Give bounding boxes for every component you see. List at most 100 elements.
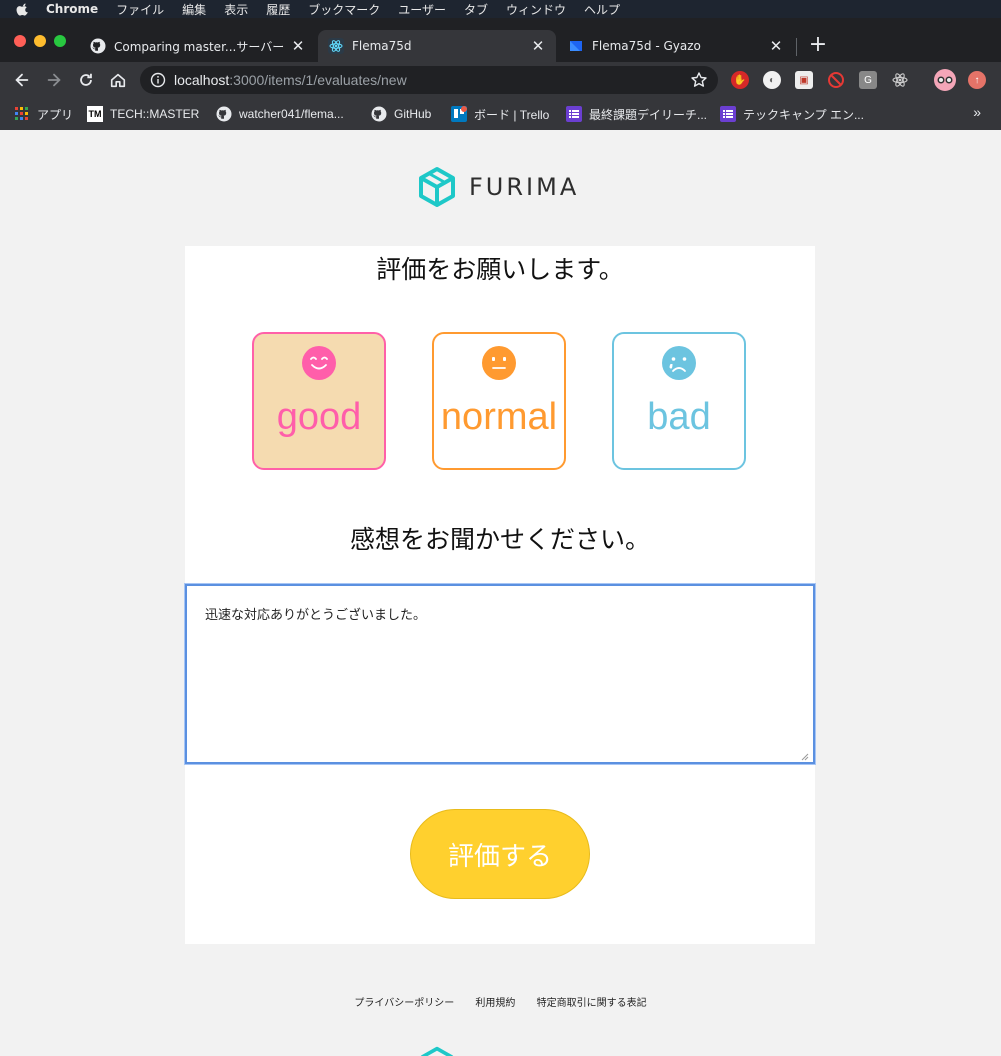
footer-links: プライバシーポリシー 利用規約 特定商取引に関する表記 (0, 994, 1001, 1009)
menu-users[interactable]: ユーザー (398, 1, 446, 18)
close-tab-icon[interactable]: ✕ (530, 38, 546, 54)
ext-circle-icon[interactable]: ◐ (763, 71, 781, 89)
comment-textarea[interactable]: 迅速な対応ありがとうございました。 (185, 584, 815, 764)
footer-logo-partial (417, 1045, 457, 1056)
window-controls (14, 35, 74, 47)
bookmark-label: watcher041/flema... (239, 107, 344, 121)
bookmark-label: ボード | Trello (474, 107, 550, 122)
ext-block-icon[interactable] (827, 71, 845, 89)
bookmark-daily[interactable]: 最終課題デイリーチ... (566, 105, 707, 123)
cube-logo-icon (419, 167, 455, 207)
apple-icon[interactable] (16, 2, 30, 16)
rating-normal-button[interactable]: normal (432, 332, 566, 470)
gyazo-icon (568, 38, 584, 54)
menu-help[interactable]: ヘルプ (584, 1, 620, 18)
bookmarks-bar: アプリ TM TECH::MASTER watcher041/flema... … (0, 98, 1001, 130)
react-icon (328, 38, 344, 54)
home-button[interactable] (106, 68, 130, 92)
page-viewport: FURIMA 評価をお願いします。 good normal bad 感想をお聞か… (0, 130, 1001, 1056)
tab-title: Comparing master...サーバー (114, 39, 285, 54)
mac-menubar: Chrome ファイル 編集 表示 履歴 ブックマーク ユーザー タブ ウィンド… (0, 0, 1001, 18)
evaluation-card: 評価をお願いします。 good normal bad 感想をお聞かせください。 … (185, 246, 815, 944)
rating-label: good (276, 396, 362, 438)
techmaster-icon: TM (87, 106, 103, 122)
menubar-app-name[interactable]: Chrome (46, 2, 98, 16)
neutral-face-icon (482, 346, 516, 380)
arrow-right-icon (47, 73, 61, 87)
bookmark-trello[interactable]: ボード | Trello (451, 105, 549, 123)
reload-button[interactable] (74, 68, 98, 92)
minimize-window-button[interactable] (34, 35, 46, 47)
info-icon[interactable] (150, 72, 166, 88)
close-tab-icon[interactable]: ✕ (768, 38, 784, 54)
smile-face-icon (302, 346, 336, 380)
list-icon (566, 106, 582, 122)
rating-label: bad (647, 396, 711, 438)
tab-title: Flema75d (352, 39, 412, 53)
bookmark-watcher041[interactable]: watcher041/flema... (216, 105, 344, 123)
tab-gyazo[interactable]: Flema75d - Gyazo ✕ (558, 30, 794, 62)
rating-good-button[interactable]: good (252, 332, 386, 470)
ext-adblock-icon[interactable]: ✋ (731, 71, 749, 89)
bookmark-techmaster[interactable]: TM TECH::MASTER (87, 105, 199, 123)
menu-edit[interactable]: 編集 (182, 1, 206, 18)
footer-privacy-link[interactable]: プライバシーポリシー (354, 998, 454, 1009)
furima-logo[interactable]: FURIMA (415, 165, 579, 209)
tab-comparing-master[interactable]: Comparing master...サーバー ✕ (80, 30, 316, 62)
menu-file[interactable]: ファイル (116, 1, 164, 18)
list-icon (720, 106, 736, 122)
bookmark-techcamp[interactable]: テックキャンプ エン... (720, 105, 864, 123)
ext-react-devtools-icon[interactable] (891, 71, 909, 89)
reload-icon (80, 73, 92, 86)
bookmark-github[interactable]: GitHub (371, 105, 431, 123)
back-button[interactable] (10, 68, 34, 92)
bookmark-label: 最終課題デイリーチ... (589, 107, 708, 122)
address-path: :3000/items/1/evaluates/new (229, 72, 407, 88)
crying-face-icon (662, 346, 696, 380)
bookmark-label: GitHub (394, 107, 432, 121)
new-tab-button[interactable]: + (808, 34, 828, 56)
zoom-window-button[interactable] (54, 35, 66, 47)
submit-evaluation-button[interactable]: 評価する (410, 809, 590, 899)
bookmark-apps[interactable]: アプリ (14, 105, 73, 123)
bookmark-label: TECH::MASTER (110, 107, 200, 121)
address-url[interactable]: localhost:3000/items/1/evaluates/new (174, 72, 407, 88)
close-window-button[interactable] (14, 35, 26, 47)
cube-logo-icon (420, 1046, 454, 1056)
github-icon (371, 106, 387, 122)
bookmarks-overflow-icon[interactable]: » (973, 104, 981, 120)
menu-view[interactable]: 表示 (224, 1, 248, 18)
comment-heading: 感想をお聞かせください。 (349, 525, 650, 554)
github-icon (216, 106, 232, 122)
resize-handle-icon[interactable] (801, 750, 809, 761)
rating-bad-button[interactable]: bad (612, 332, 746, 470)
github-icon (90, 38, 106, 54)
logo-text: FURIMA (469, 173, 580, 201)
address-bar[interactable]: localhost:3000/items/1/evaluates/new (140, 66, 718, 94)
tab-flema75d[interactable]: Flema75d ✕ (318, 30, 556, 62)
update-icon[interactable]: ↑ (968, 71, 986, 89)
menu-bookmarks[interactable]: ブックマーク (308, 1, 380, 18)
bookmark-label: アプリ (37, 107, 74, 122)
tab-strip: Comparing master...サーバー ✕ Flema75d ✕ Fle… (0, 18, 1001, 62)
ext-window-icon[interactable]: ▣ (795, 71, 813, 89)
profile-avatar-icon[interactable] (934, 69, 956, 91)
menu-window[interactable]: ウィンドウ (506, 1, 566, 18)
bookmark-label: テックキャンプ エン... (743, 107, 864, 122)
address-host: localhost (174, 72, 230, 88)
rating-label: normal (440, 396, 558, 438)
tab-title: Flema75d - Gyazo (592, 39, 701, 53)
tab-separator (796, 38, 797, 56)
rating-heading: 評価をお願いします。 (376, 255, 624, 284)
comment-text: 迅速な対応ありがとうございました。 (205, 608, 427, 623)
close-tab-icon[interactable]: ✕ (290, 38, 306, 54)
forward-button[interactable] (42, 68, 66, 92)
menu-history[interactable]: 履歴 (266, 1, 290, 18)
menu-tab[interactable]: タブ (464, 1, 488, 18)
bookmark-star-icon[interactable] (690, 71, 708, 89)
footer-terms-link[interactable]: 利用規約 (475, 998, 515, 1009)
home-icon (110, 73, 126, 88)
footer-commerce-link[interactable]: 特定商取引に関する表記 (537, 998, 647, 1009)
ext-g-icon[interactable]: G (859, 71, 877, 89)
apps-grid-icon (14, 106, 30, 122)
